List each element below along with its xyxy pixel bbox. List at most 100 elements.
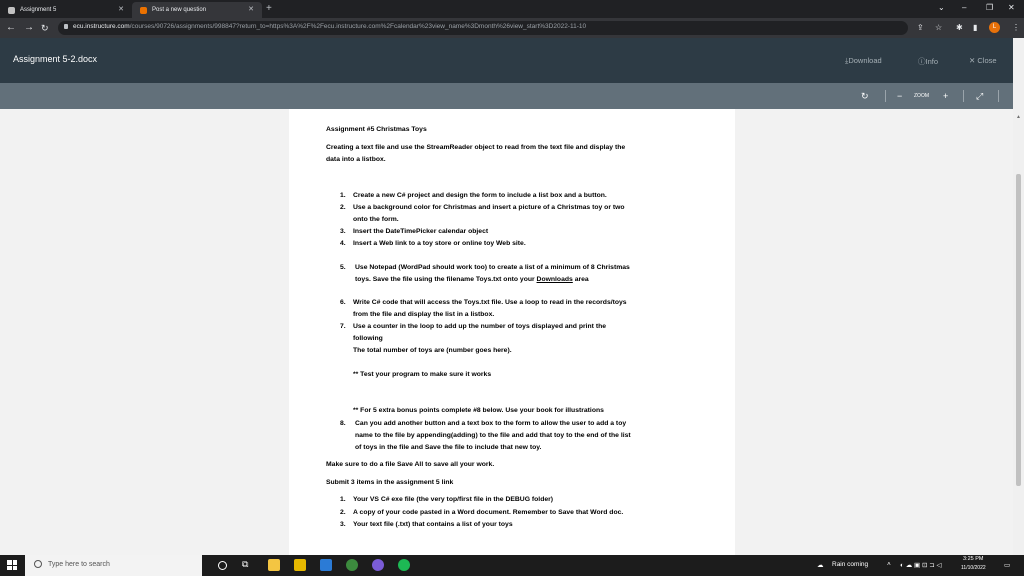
info-icon: ⓘ xyxy=(918,57,926,66)
clock-time[interactable]: 3:25 PM xyxy=(963,556,983,562)
browser-toolbar: ← → ↻ ecu.instructure.com/courses/90726/… xyxy=(0,18,1024,38)
document-heading: Assignment #5 Christmas Toys xyxy=(326,126,427,133)
zoom-in-button[interactable]: + xyxy=(943,90,948,102)
notifications-icon[interactable]: ▭ xyxy=(1004,561,1010,569)
zoom-out-button[interactable]: − xyxy=(897,90,902,102)
extensions-icon[interactable]: ✱ xyxy=(956,23,963,33)
document-header: Assignment 5-2.docx ⤓Download ⓘInfo ✕ Cl… xyxy=(0,38,1013,83)
step-text: Insert the DateTimePicker calendar objec… xyxy=(353,228,489,235)
scroll-thumb[interactable] xyxy=(1016,174,1021,486)
clock-date[interactable]: 11/10/2022 xyxy=(961,565,986,571)
weather-text[interactable]: Rain coming xyxy=(832,561,868,568)
weather-icon: ☁ xyxy=(817,562,824,569)
step-text: Use a background color for Christmas and… xyxy=(353,204,625,211)
step-number: 4. xyxy=(340,240,346,247)
fullscreen-icon[interactable]: ⤢ xyxy=(976,90,983,102)
document-title: Assignment 5-2.docx xyxy=(13,54,98,64)
tab-search-icon[interactable]: ⌄ xyxy=(938,3,945,12)
app-icon[interactable] xyxy=(372,559,384,571)
restore-button[interactable]: ❐ xyxy=(986,3,993,12)
chrome-icon[interactable] xyxy=(346,559,358,571)
step-number: 3. xyxy=(340,228,346,235)
step-text: of toys in the file and Save the file to… xyxy=(355,444,542,451)
mail-icon[interactable] xyxy=(320,559,332,571)
document-viewport[interactable]: Assignment #5 Christmas Toys Creating a … xyxy=(0,109,1013,555)
system-tray-icons[interactable]: ◐ ☁ ▣ ⊡ ⊐ ◁ xyxy=(900,561,942,569)
submit-item: A copy of your code pasted in a Word doc… xyxy=(353,509,624,516)
step-number: 5. xyxy=(340,264,346,271)
tab-title: Assignment 5 xyxy=(20,7,57,13)
step-text: name to the file by appending(adding) to… xyxy=(355,432,631,439)
tab-title: Post a new question xyxy=(152,7,207,13)
profile-avatar[interactable]: L xyxy=(989,22,1000,33)
show-hidden-icons-icon[interactable]: ˄ xyxy=(887,561,891,568)
file-explorer-icon[interactable] xyxy=(268,559,280,571)
step-text: Can you add another button and a text bo… xyxy=(355,420,627,427)
bookmark-star-icon[interactable]: ☆ xyxy=(935,23,942,33)
browser-tab-bar: Assignment 5 ✕ Post a new question ✕ + ⌄… xyxy=(0,0,1024,18)
divider xyxy=(998,90,999,102)
step-number: 8. xyxy=(340,420,346,427)
close-tab-icon[interactable]: ✕ xyxy=(248,5,254,13)
cortana-icon[interactable] xyxy=(218,561,227,570)
forward-icon[interactable]: → xyxy=(24,22,34,34)
search-placeholder: Type here to search xyxy=(48,561,110,568)
submit-item: Your VS C# exe file (the very top/first … xyxy=(353,496,554,503)
store-icon[interactable] xyxy=(294,559,306,571)
submit-heading: Submit 3 items in the assignment 5 link xyxy=(326,479,454,486)
taskbar-search-box[interactable]: Type here to search xyxy=(25,555,202,576)
info-button[interactable]: ⓘInfo xyxy=(918,56,938,67)
step-text: from the file and display the list in a … xyxy=(353,311,495,318)
page-scrollbar[interactable]: ▲ xyxy=(1013,38,1024,555)
windows-taskbar: Type here to search ⧉ ☁ Rain coming ˄ ◐ … xyxy=(0,555,1024,576)
canvas-icon xyxy=(8,6,15,14)
submit-item: Your text file (.txt) that contains a li… xyxy=(353,521,513,528)
step-number: 7. xyxy=(340,323,346,330)
rotate-icon[interactable]: ↻ xyxy=(861,90,869,102)
search-icon xyxy=(34,560,42,568)
submit-number: 2. xyxy=(340,509,346,516)
url-text[interactable]: ecu.instructure.com/courses/90726/assign… xyxy=(73,23,586,30)
download-button[interactable]: ⤓Download xyxy=(845,56,882,66)
spotify-icon[interactable] xyxy=(398,559,410,571)
step-number: 1. xyxy=(340,192,346,199)
address-bar[interactable]: ecu.instructure.com/courses/90726/assign… xyxy=(58,21,908,35)
chegg-icon xyxy=(140,6,147,14)
step-number: 6. xyxy=(340,299,346,306)
viewer-toolbar: ↻ − ZOOM + ⤢ xyxy=(0,83,1013,109)
scroll-up-icon[interactable]: ▲ xyxy=(1016,114,1021,120)
divider xyxy=(885,90,886,102)
lock-icon xyxy=(64,24,68,29)
back-icon[interactable]: ← xyxy=(6,22,16,34)
windows-start-icon[interactable] xyxy=(7,560,17,570)
step-text: following xyxy=(353,335,383,342)
new-tab-button[interactable]: + xyxy=(266,3,272,15)
step-text: Use a counter in the loop to add up the … xyxy=(353,323,607,330)
submit-number: 1. xyxy=(340,496,346,503)
test-note: ** Test your program to make sure it wor… xyxy=(353,371,492,378)
minimize-button[interactable]: – xyxy=(962,3,966,12)
document-page: Assignment #5 Christmas Toys Creating a … xyxy=(289,109,735,555)
reload-icon[interactable]: ↻ xyxy=(41,22,49,34)
step-number: 2. xyxy=(340,204,346,211)
share-icon[interactable]: ⇪ xyxy=(917,23,924,33)
tab-assignment-5[interactable]: Assignment 5 ✕ xyxy=(0,2,132,18)
close-window-button[interactable]: ✕ xyxy=(1008,3,1015,12)
tab-post-question[interactable]: Post a new question ✕ xyxy=(132,2,262,18)
downloads-word: Downloads xyxy=(536,276,573,283)
submit-number: 3. xyxy=(340,521,346,528)
intro-line: Creating a text file and use the StreamR… xyxy=(326,144,626,151)
step-text: toys. Save the file using the filename T… xyxy=(355,276,589,283)
save-all-note: Make sure to do a file Save All to save … xyxy=(326,461,495,468)
side-panel-icon[interactable]: ▮ xyxy=(973,23,977,33)
bonus-note: ** For 5 extra bonus points complete #8 … xyxy=(353,407,604,414)
step-text: onto the form. xyxy=(353,216,399,223)
task-view-icon[interactable]: ⧉ xyxy=(242,559,248,570)
step-text: Use Notepad (WordPad should work too) to… xyxy=(355,264,630,271)
step-text: Write C# code that will access the Toys.… xyxy=(353,299,627,306)
step-text: Create a new C# project and design the f… xyxy=(353,192,607,199)
divider xyxy=(963,90,964,102)
menu-icon[interactable]: ⋮ xyxy=(1012,23,1020,33)
close-tab-icon[interactable]: ✕ xyxy=(118,5,124,13)
close-button[interactable]: ✕ Close xyxy=(969,56,997,65)
